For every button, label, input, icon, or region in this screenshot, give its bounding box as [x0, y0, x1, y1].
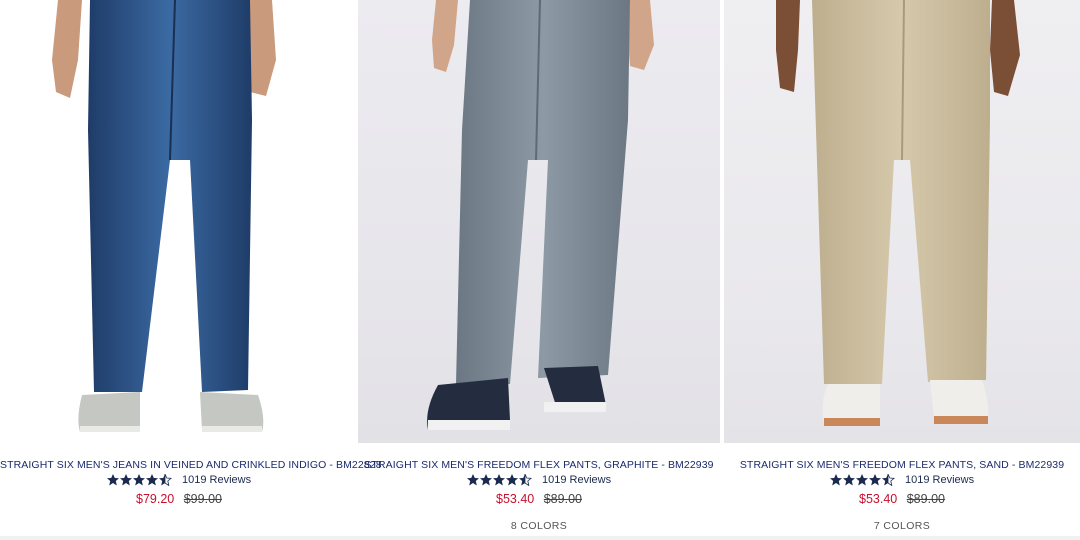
- product-card[interactable]: STRAIGHT SIX MEN'S FREEDOM FLEX PANTS, G…: [358, 0, 720, 540]
- product-rating[interactable]: 1019 Reviews: [724, 474, 1080, 487]
- review-count: 1019 Reviews: [904, 474, 975, 487]
- sale-price: $53.40: [496, 492, 535, 506]
- star-rating-icon: [829, 474, 896, 487]
- product-image[interactable]: [358, 0, 720, 443]
- product-image[interactable]: [724, 0, 1080, 443]
- divider: [0, 536, 1080, 540]
- product-image[interactable]: [0, 0, 358, 443]
- star-rating-icon: [106, 474, 173, 487]
- product-grid: STRAIGHT SIX MEN'S JEANS IN VEINED AND C…: [0, 0, 1080, 540]
- product-title[interactable]: STRAIGHT SIX MEN'S JEANS IN VEINED AND C…: [0, 459, 382, 471]
- original-price: $99.00: [183, 492, 222, 506]
- color-count-link[interactable]: 7 COLORS: [724, 520, 1080, 532]
- product-photo-sand-pants: [776, 0, 1020, 426]
- star-rating-icon: [466, 474, 533, 487]
- product-rating[interactable]: 1019 Reviews: [0, 474, 358, 487]
- product-rating[interactable]: 1019 Reviews: [358, 474, 720, 487]
- product-price: $53.40 $89.00: [358, 492, 720, 506]
- color-count-link[interactable]: 8 COLORS: [358, 520, 720, 532]
- product-price: $53.40 $89.00: [724, 492, 1080, 506]
- review-count: 1019 Reviews: [541, 474, 612, 487]
- product-title[interactable]: STRAIGHT SIX MEN'S FREEDOM FLEX PANTS, S…: [724, 459, 1080, 471]
- product-photo-jeans: [52, 0, 276, 432]
- review-count: 1019 Reviews: [181, 474, 252, 487]
- original-price: $89.00: [906, 492, 945, 506]
- product-card[interactable]: STRAIGHT SIX MEN'S FREEDOM FLEX PANTS, S…: [724, 0, 1080, 540]
- product-photo-graphite-pants: [427, 0, 654, 430]
- sale-price: $79.20: [136, 492, 175, 506]
- sale-price: $53.40: [859, 492, 898, 506]
- product-card[interactable]: STRAIGHT SIX MEN'S JEANS IN VEINED AND C…: [0, 0, 382, 540]
- original-price: $89.00: [543, 492, 582, 506]
- product-title[interactable]: STRAIGHT SIX MEN'S FREEDOM FLEX PANTS, G…: [358, 459, 720, 471]
- product-price: $79.20 $99.00: [0, 492, 358, 506]
